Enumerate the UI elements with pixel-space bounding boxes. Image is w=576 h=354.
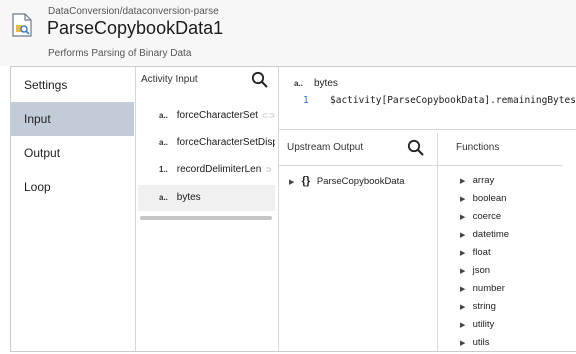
upstream-output-header: Upstream Output [279, 133, 437, 166]
expression-input[interactable]: $activity[ParseCopybookData].remainingBy… [330, 95, 576, 106]
function-category-label: number [472, 283, 505, 294]
expression-editor: a.. bytes 1 $activity[ParseCopybookData]… [279, 67, 576, 130]
expand-triangle-icon: ▶ [460, 250, 466, 257]
nav-item-loop[interactable]: Loop [11, 170, 134, 204]
function-category[interactable]: ▶ utility [460, 319, 494, 330]
function-category-label: float [472, 247, 491, 258]
upstream-output-item[interactable]: ▶ {} ParseCopybookData [289, 175, 405, 187]
function-category-label: datetime [472, 229, 510, 240]
page-header: DataConversion/dataconversion-parse Pars… [0, 0, 576, 66]
upstream-output-label: ParseCopybookData [316, 176, 405, 187]
nav-item-label: Settings [24, 78, 68, 92]
page-title: ParseCopybookData1 [47, 18, 224, 38]
string-type-icon: a.. [294, 79, 303, 88]
upstream-output-title: Upstream Output [287, 142, 364, 153]
function-category[interactable]: ▶ datetime [460, 229, 509, 240]
function-category[interactable]: ▶ coerce [460, 211, 501, 222]
editor-field-name: bytes [314, 78, 338, 89]
expand-triangle-icon: ▶ [460, 214, 466, 221]
settings-nav: Settings Input Output Loop [11, 67, 136, 351]
field-name: bytes [176, 192, 201, 203]
nav-item-label: Loop [24, 180, 51, 194]
expand-triangle-icon: ▶ [460, 340, 466, 347]
string-type-icon: a.. [159, 111, 168, 120]
search-icon[interactable] [251, 71, 269, 89]
functions-header: Functions [438, 133, 562, 166]
line-number: 1 [303, 95, 309, 106]
nav-item-label: Output [24, 146, 61, 160]
functions-panel: Functions ▶ array ▶ boolean ▶ coerce ▶ d… [438, 133, 562, 351]
page-subtitle: Performs Parsing of Binary Data [48, 48, 192, 59]
field-name: recordDelimiterLen [176, 164, 262, 175]
expand-triangle-icon: ▶ [460, 178, 466, 185]
function-category[interactable]: ▶ utils [460, 337, 490, 348]
input-field-row[interactable]: a.. forceCharacterSet ⊂⊃ [138, 103, 275, 129]
breadcrumb[interactable]: DataConversion/dataconversion-parse [48, 6, 219, 17]
function-category[interactable]: ▶ array [460, 175, 494, 186]
nav-item-output[interactable]: Output [11, 136, 134, 170]
function-category-label: utils [472, 337, 490, 348]
expand-triangle-icon: ▶ [460, 286, 466, 293]
input-field-row[interactable]: 1.. recordDelimiterLen ⊃ [138, 157, 275, 183]
activity-config-panel: Settings Input Output Loop Activity Inpu… [10, 66, 576, 352]
link-icon: ⊃ [265, 165, 272, 174]
activity-input-title: Activity Input [141, 74, 198, 85]
expand-triangle-icon[interactable]: ▶ [289, 178, 299, 186]
number-type-icon: 1.. [159, 165, 168, 174]
horizontal-scrollbar[interactable] [140, 216, 272, 220]
expand-triangle-icon: ▶ [460, 232, 466, 239]
field-name: forceCharacterSetDisp [176, 137, 275, 148]
function-category[interactable]: ▶ string [460, 301, 496, 312]
string-type-icon: a.. [159, 138, 168, 147]
function-category[interactable]: ▶ json [460, 265, 490, 276]
activity-input-panel: Activity Input a.. forceCharacterSet ⊂⊃ … [136, 67, 279, 351]
function-category-label: coerce [472, 211, 502, 222]
function-category-label: string [472, 301, 496, 312]
input-field-row[interactable]: a.. forceCharacterSetDisp [138, 130, 275, 156]
document-icon [12, 13, 32, 37]
function-category[interactable]: ▶ boolean [460, 193, 506, 204]
expand-triangle-icon: ▶ [460, 322, 466, 329]
nav-item-input[interactable]: Input [11, 102, 134, 136]
function-category-label: array [472, 175, 495, 186]
object-icon: {} [301, 175, 311, 187]
search-icon[interactable] [407, 139, 425, 157]
upstream-output-panel: Upstream Output ▶ {} ParseCopybookData [279, 133, 438, 351]
function-category-label: boolean [472, 193, 507, 204]
nav-item-settings[interactable]: Settings [11, 68, 134, 102]
functions-title: Functions [456, 142, 500, 153]
expand-triangle-icon: ▶ [460, 196, 466, 203]
expand-triangle-icon: ▶ [460, 268, 466, 275]
expand-triangle-icon: ▶ [460, 304, 466, 311]
function-category-label: utility [472, 319, 495, 330]
function-category-label: json [472, 265, 491, 276]
link-icon: ⊂⊃ [261, 111, 275, 120]
function-category[interactable]: ▶ number [460, 283, 505, 294]
nav-item-label: Input [24, 112, 51, 126]
field-name: forceCharacterSet [176, 110, 258, 121]
string-type-icon: a.. [159, 193, 168, 202]
function-category[interactable]: ▶ float [460, 247, 491, 258]
input-field-row-selected[interactable]: a.. bytes [138, 185, 275, 211]
